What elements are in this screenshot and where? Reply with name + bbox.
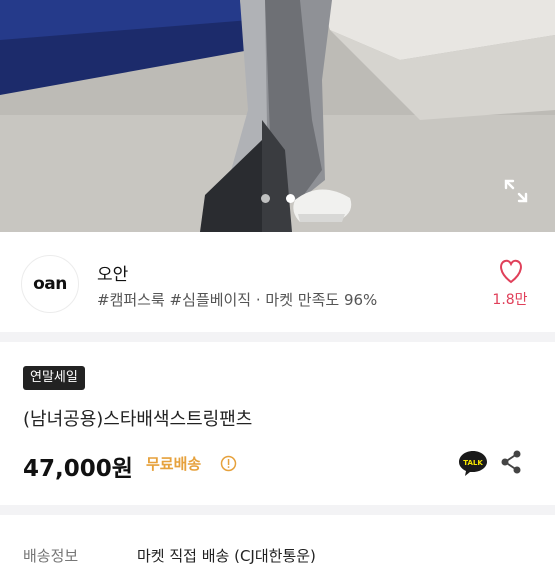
seller-tags: #캠퍼스룩 #심플베이직 · 마켓 만족도 96% bbox=[97, 291, 378, 309]
seller-section[interactable]: oan 오안 #캠퍼스룩 #심플베이직 · 마켓 만족도 96% 1.8만 bbox=[0, 232, 555, 332]
talk-label: TALK bbox=[463, 459, 483, 467]
section-divider-2 bbox=[0, 505, 555, 515]
kakao-talk-icon[interactable]: TALK bbox=[458, 449, 488, 477]
expand-icon[interactable] bbox=[502, 177, 530, 205]
product-image-carousel[interactable] bbox=[0, 0, 555, 232]
sale-badge: 연말세일 bbox=[23, 366, 85, 390]
product-title: (남녀공용)스타배색스트링팬츠 bbox=[23, 409, 253, 430]
carousel-dot-2[interactable] bbox=[286, 194, 295, 203]
info-icon[interactable] bbox=[220, 455, 237, 472]
like-count: 1.8만 bbox=[492, 292, 528, 308]
carousel-dot-1[interactable] bbox=[261, 194, 270, 203]
shipping-info-label: 배송정보 bbox=[23, 547, 79, 565]
seller-logo[interactable]: oan bbox=[21, 255, 79, 313]
shipping-info-value: 마켓 직접 배송 (CJ대한통운) bbox=[137, 547, 316, 565]
share-icon[interactable] bbox=[500, 450, 522, 474]
section-divider bbox=[0, 332, 555, 342]
product-photo bbox=[0, 0, 555, 232]
seller-name[interactable]: 오안 bbox=[97, 260, 128, 285]
heart-icon[interactable] bbox=[497, 258, 525, 284]
product-price: 47,000원 bbox=[23, 456, 133, 482]
free-shipping-label: 무료배송 bbox=[146, 455, 202, 473]
